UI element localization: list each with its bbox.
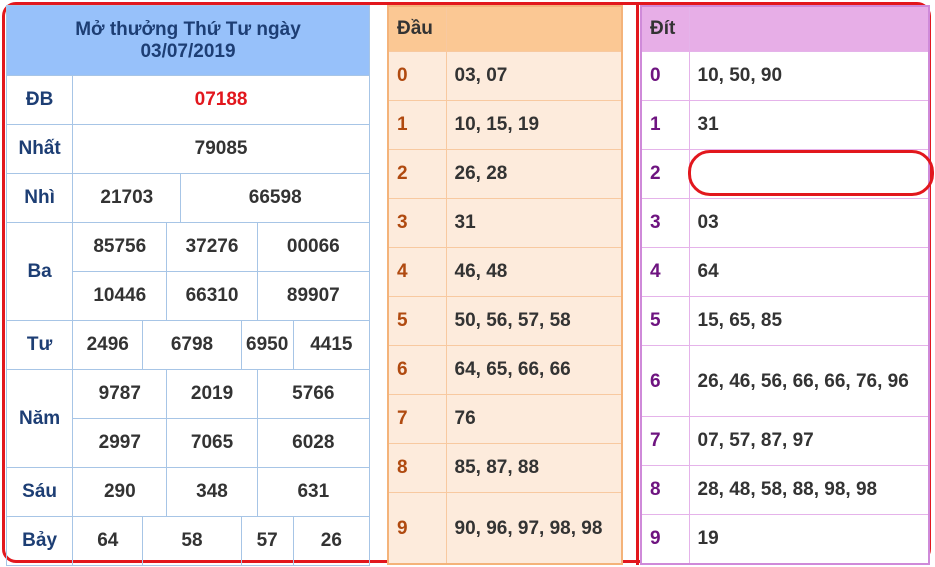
dit-key: 3 xyxy=(640,198,690,248)
prize-value-nam: 9787 xyxy=(72,369,168,419)
dit-value-empty xyxy=(688,149,930,199)
prize-value-ba: 89907 xyxy=(256,271,371,321)
dit-key: 0 xyxy=(640,51,690,101)
prize-value-nam: 6028 xyxy=(256,418,371,468)
dau-key: 4 xyxy=(387,247,447,297)
dit-value: 07, 57, 87, 97 xyxy=(688,416,930,466)
prize-value-bay: 58 xyxy=(142,516,242,566)
dau-header-blank xyxy=(445,5,623,52)
dau-key: 1 xyxy=(387,100,447,150)
dit-key: 4 xyxy=(640,247,690,297)
dau-value: 64, 65, 66, 66 xyxy=(445,345,623,395)
prize-value-tu: 2496 xyxy=(72,320,144,370)
dit-key: 9 xyxy=(640,514,690,565)
prize-value-ba: 10446 xyxy=(72,271,168,321)
prize-value-nam: 2019 xyxy=(166,369,258,419)
dau-key: 5 xyxy=(387,296,447,346)
prize-label-nhat: Nhất xyxy=(5,124,74,174)
prize-value-nhat: 79085 xyxy=(72,124,370,174)
prize-value-sau: 631 xyxy=(256,467,371,517)
dau-key: 3 xyxy=(387,198,447,248)
dit-key: 6 xyxy=(640,345,690,417)
dit-value: 19 xyxy=(688,514,930,565)
dit-key: 7 xyxy=(640,416,690,466)
dau-key: 9 xyxy=(387,492,447,565)
prize-value-ba: 85756 xyxy=(72,222,168,272)
dau-key: 8 xyxy=(387,443,447,493)
prize-value-tu: 6798 xyxy=(142,320,242,370)
dit-key: 5 xyxy=(640,296,690,346)
results-title: Mở thưởng Thứ Tư ngày 03/07/2019 xyxy=(6,5,370,76)
prize-label-db: ĐB xyxy=(5,75,74,125)
dau-value: 03, 07 xyxy=(445,51,623,101)
dau-value: 31 xyxy=(445,198,623,248)
prize-value-nam: 7065 xyxy=(166,418,258,468)
prize-value-bay: 26 xyxy=(292,516,371,566)
prize-value-bay: 57 xyxy=(240,516,294,566)
dit-value: 28, 48, 58, 88, 98, 98 xyxy=(688,465,930,515)
prize-value-ba: 00066 xyxy=(256,222,371,272)
prize-label-bay: Bảy xyxy=(5,516,74,566)
lottery-results-table: Mở thưởng Thứ Tư ngày 03/07/2019 ĐB 0718… xyxy=(5,5,371,566)
prize-label-nam: Năm xyxy=(5,369,74,468)
prize-label-sau: Sáu xyxy=(5,467,74,517)
prize-value-nhi: 21703 xyxy=(72,173,182,223)
dau-key: 2 xyxy=(387,149,447,199)
dau-header: Đầu xyxy=(387,5,447,52)
dit-value: 03 xyxy=(688,198,930,248)
dit-key: 1 xyxy=(640,100,690,150)
dit-key: 8 xyxy=(640,465,690,515)
results-date: 03/07/2019 xyxy=(140,40,236,62)
dit-value: 26, 46, 56, 66, 66, 76, 96 xyxy=(688,345,930,417)
dit-value: 64 xyxy=(688,247,930,297)
dit-header: Đít xyxy=(640,5,690,52)
dau-table: Đầu 0 03, 07 1 10, 15, 19 2 26, 28 3 31 4 46,… xyxy=(387,5,623,565)
dau-value: 50, 56, 57, 58 xyxy=(445,296,623,346)
dau-value: 85, 87, 88 xyxy=(445,443,623,493)
prize-value-tu: 6950 xyxy=(240,320,294,370)
dau-key: 6 xyxy=(387,345,447,395)
dit-value: 15, 65, 85 xyxy=(688,296,930,346)
prize-label-ba: Ba xyxy=(5,222,74,321)
dit-value: 31 xyxy=(688,100,930,150)
prize-value-sau: 290 xyxy=(72,467,168,517)
prize-label-tu: Tư xyxy=(5,320,74,370)
dit-key: 2 xyxy=(640,149,690,199)
dau-value: 26, 28 xyxy=(445,149,623,199)
dit-value: 10, 50, 90 xyxy=(688,51,930,101)
dau-value: 10, 15, 19 xyxy=(445,100,623,150)
dau-value: 76 xyxy=(445,394,623,444)
prize-label-nhi: Nhì xyxy=(5,173,74,223)
prize-value-tu: 4415 xyxy=(292,320,371,370)
dit-table: Đít 0 10, 50, 90 1 31 2 3 03 4 64 5 15, 65, 8… xyxy=(640,5,930,565)
prize-value-sau: 348 xyxy=(166,467,258,517)
prize-value-nam: 5766 xyxy=(256,369,371,419)
dau-value: 46, 48 xyxy=(445,247,623,297)
prize-value-db: 07188 xyxy=(72,75,370,125)
prize-value-ba: 66310 xyxy=(166,271,258,321)
prize-value-nhi: 66598 xyxy=(180,173,370,223)
results-title-line1: Mở thưởng Thứ Tư ngày xyxy=(75,18,301,40)
dau-key: 7 xyxy=(387,394,447,444)
dau-key: 0 xyxy=(387,51,447,101)
dit-header-blank xyxy=(688,5,930,52)
prize-value-bay: 64 xyxy=(72,516,144,566)
prize-value-ba: 37276 xyxy=(166,222,258,272)
prize-value-nam: 2997 xyxy=(72,418,168,468)
dau-value: 90, 96, 97, 98, 98 xyxy=(445,492,623,565)
